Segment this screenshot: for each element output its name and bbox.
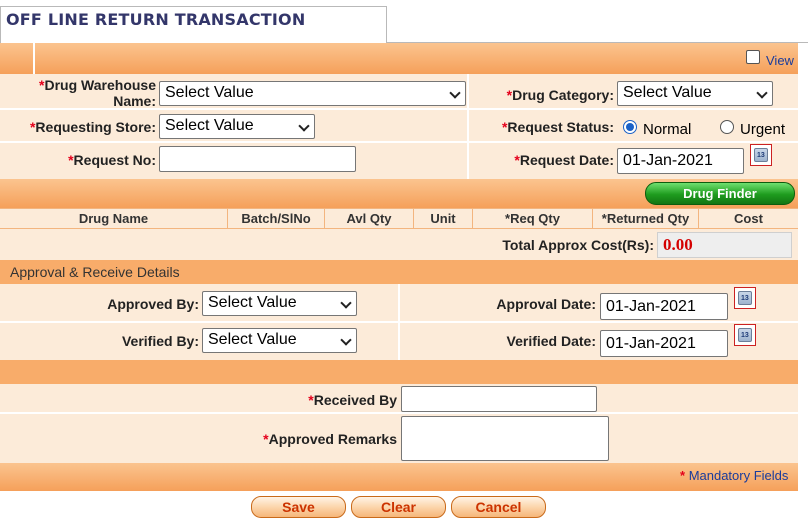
chevron-down-icon xyxy=(340,334,352,346)
calendar-icon[interactable] xyxy=(734,287,756,309)
col-batch-slno: Batch/SlNo xyxy=(241,211,311,226)
row-divider xyxy=(0,412,798,414)
urgent-radio-label: Urgent xyxy=(740,121,786,138)
chevron-down-icon xyxy=(756,87,768,99)
mandatory-fields-note: * Mandatory Fields xyxy=(680,468,789,483)
request-status-label: *Request Status: xyxy=(501,119,614,135)
verified-by-label: Verified By: xyxy=(121,333,199,349)
col-drug-name: Drug Name xyxy=(78,211,149,226)
approved-by-label: Approved By: xyxy=(107,296,199,312)
total-cost-value: 0.00 xyxy=(657,232,792,258)
request-no-input[interactable] xyxy=(159,146,356,172)
drug-finder-button[interactable]: Drug Finder xyxy=(645,182,795,205)
urgent-radio[interactable] xyxy=(720,120,734,134)
page-title: OFF LINE RETURN TRANSACTION xyxy=(6,10,306,29)
requesting-store-label: *Requesting Store: xyxy=(29,119,156,135)
approval-date-input[interactable]: 01-Jan-2021 xyxy=(600,293,728,320)
request-date-label: *Request Date: xyxy=(514,152,614,168)
col-unit: Unit xyxy=(430,211,456,226)
calendar-icon[interactable] xyxy=(734,324,756,346)
col-avl-qty: Avl Qty xyxy=(346,211,392,226)
approved-remarks-textarea[interactable] xyxy=(401,416,609,461)
cancel-button[interactable]: Cancel xyxy=(451,496,546,518)
footer-band xyxy=(0,463,798,491)
approval-section-title: Approval & Receive Details xyxy=(10,264,180,280)
save-button[interactable]: Save xyxy=(251,496,346,518)
calendar-icon[interactable] xyxy=(750,144,772,166)
verified-by-select[interactable]: Select Value xyxy=(202,328,357,353)
drug-warehouse-label: *Drug Warehouse Name: xyxy=(39,77,156,109)
chevron-down-icon xyxy=(298,120,310,132)
approved-by-select[interactable]: Select Value xyxy=(202,291,357,316)
chevron-down-icon xyxy=(340,297,352,309)
verified-date-input[interactable]: 01-Jan-2021 xyxy=(600,330,728,357)
row-divider xyxy=(0,141,798,143)
verified-date-label: Verified Date: xyxy=(506,333,596,349)
approval-date-label: Approval Date: xyxy=(496,296,596,312)
request-date-input[interactable]: 01-Jan-2021 xyxy=(617,148,744,174)
chevron-down-icon xyxy=(449,87,461,99)
drug-category-select[interactable]: Select Value xyxy=(617,81,773,106)
received-by-input[interactable] xyxy=(401,386,597,412)
top-band xyxy=(0,43,798,74)
approved-remarks-label: *Approved Remarks xyxy=(263,431,397,447)
drug-warehouse-select[interactable]: Select Value xyxy=(159,81,466,106)
drug-category-label: *Drug Category: xyxy=(506,87,614,103)
band-divider xyxy=(33,43,35,74)
view-checkbox[interactable] xyxy=(746,50,760,64)
request-no-label: *Request No: xyxy=(68,152,156,168)
received-by-label: *Received By xyxy=(308,392,397,408)
total-cost-label: Total Approx Cost(Rs): xyxy=(502,237,654,253)
normal-radio[interactable] xyxy=(623,120,637,134)
clear-button[interactable]: Clear xyxy=(351,496,446,518)
normal-radio-label: Normal xyxy=(643,121,692,138)
col-cost: Cost xyxy=(734,211,763,226)
view-label: View xyxy=(766,53,794,68)
receive-section-band xyxy=(0,360,798,384)
col-returned-qty: *Returned Qty xyxy=(601,211,690,226)
requesting-store-select[interactable]: Select Value xyxy=(159,114,315,139)
col-req-qty: *Req Qty xyxy=(505,211,560,226)
